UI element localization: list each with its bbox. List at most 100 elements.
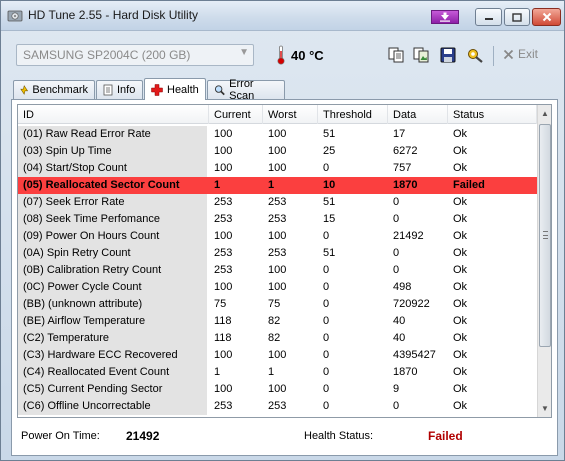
cell-current: 253 bbox=[214, 400, 233, 412]
tab-info[interactable]: Info bbox=[96, 80, 143, 99]
cell-threshold: 0 bbox=[323, 230, 330, 242]
cell-id: (03) Spin Up Time bbox=[18, 143, 207, 160]
minimize-icon bbox=[484, 18, 493, 20]
cell-id: (0C) Power Cycle Count bbox=[18, 279, 207, 296]
cell-worst: 253 bbox=[268, 196, 287, 208]
scroll-up-icon[interactable]: ▲ bbox=[541, 109, 549, 118]
grip-icon bbox=[543, 231, 548, 239]
save-icon[interactable] bbox=[439, 46, 457, 64]
cell-current: 100 bbox=[214, 349, 233, 361]
temperature-value: 40 °C bbox=[291, 48, 324, 63]
minimize-button[interactable] bbox=[475, 8, 502, 26]
cell-status: Ok bbox=[453, 162, 468, 174]
table-row[interactable]: (C3) Hardware ECC Recovered 100 100 0 439542… bbox=[18, 347, 537, 364]
tab-error-scan[interactable]: Error Scan bbox=[207, 78, 285, 102]
maximize-button[interactable] bbox=[504, 8, 530, 26]
cell-worst: 100 bbox=[268, 383, 287, 395]
table-row[interactable]: (04) Start/Stop Count 100 100 0 757 Ok bbox=[18, 160, 537, 177]
app-window: HD Tune 2.55 - Hard Disk Utility SAMSUNG… bbox=[0, 0, 565, 461]
power-on-time-value: 21492 bbox=[126, 429, 160, 443]
cell-current: 100 bbox=[214, 145, 233, 157]
table-row[interactable]: (09) Power On Hours Count 100 100 0 21492 Ok bbox=[18, 228, 537, 245]
cell-data: 6272 bbox=[393, 145, 418, 157]
cell-worst: 253 bbox=[268, 213, 287, 225]
cell-data: 1870 bbox=[393, 179, 418, 191]
cell-current: 100 bbox=[214, 281, 233, 293]
cell-status: Ok bbox=[453, 264, 468, 276]
column-header-current[interactable]: Current bbox=[209, 105, 263, 124]
close-icon bbox=[542, 12, 551, 22]
copy-text-icon[interactable] bbox=[387, 46, 405, 64]
cell-threshold: 51 bbox=[323, 196, 336, 208]
cell-status: Ok bbox=[453, 145, 468, 157]
table-row[interactable]: (BB) (unknown attribute) 75 75 0 720922 Ok bbox=[18, 296, 537, 313]
table-row[interactable]: (C4) Reallocated Event Count 1 1 0 1870 Ok bbox=[18, 364, 537, 381]
cell-id: (01) Raw Read Error Rate bbox=[18, 126, 207, 143]
tab-health[interactable]: Health bbox=[144, 78, 206, 100]
title-bar[interactable]: HD Tune 2.55 - Hard Disk Utility bbox=[1, 1, 564, 31]
close-button[interactable] bbox=[532, 8, 561, 26]
cell-data: 1870 bbox=[393, 366, 418, 378]
cell-status: Ok bbox=[453, 366, 468, 378]
table-row[interactable]: (C2) Temperature 118 82 0 40 Ok bbox=[18, 330, 537, 347]
cell-data: 40 bbox=[393, 332, 406, 344]
maximize-icon bbox=[512, 12, 522, 22]
tab-benchmark[interactable]: Benchmark bbox=[13, 80, 95, 99]
cell-current: 100 bbox=[214, 383, 233, 395]
smart-attributes-list[interactable]: ID Current Worst Threshold Data Status (… bbox=[17, 104, 552, 418]
cell-id: (04) Start/Stop Count bbox=[18, 160, 207, 177]
cell-id: (C6) Offline Uncorrectable bbox=[18, 398, 207, 415]
thermometer-icon bbox=[277, 45, 285, 65]
cell-id: (C5) Current Pending Sector bbox=[18, 381, 207, 398]
table-row[interactable]: (0B) Calibration Retry Count 253 100 0 0 Ok bbox=[18, 262, 537, 279]
download-icon[interactable] bbox=[431, 10, 459, 24]
column-header-worst[interactable]: Worst bbox=[263, 105, 318, 124]
cell-data: 9 bbox=[393, 383, 400, 395]
table-row[interactable]: (05) Reallocated Sector Count 1 1 10 1870 Fai… bbox=[18, 177, 537, 194]
column-header-id[interactable]: ID bbox=[18, 105, 209, 124]
table-row[interactable]: (08) Seek Time Perfomance 253 253 15 0 Ok bbox=[18, 211, 537, 228]
cell-current: 118 bbox=[214, 332, 232, 344]
cell-threshold: 0 bbox=[323, 264, 330, 276]
scroll-down-icon[interactable]: ▼ bbox=[541, 404, 549, 413]
vertical-scrollbar[interactable]: ▲ ▼ bbox=[537, 105, 551, 417]
cell-current: 253 bbox=[214, 196, 233, 208]
cell-id: (BB) (unknown attribute) bbox=[18, 296, 207, 313]
table-row[interactable]: (0C) Power Cycle Count 100 100 0 498 Ok bbox=[18, 279, 537, 296]
cell-status: Ok bbox=[453, 196, 468, 208]
cell-status: Ok bbox=[453, 213, 468, 225]
table-row[interactable]: (C5) Current Pending Sector 100 100 0 9 Ok bbox=[18, 381, 537, 398]
cell-status: Failed bbox=[453, 179, 485, 191]
copy-screenshot-icon[interactable] bbox=[412, 46, 430, 64]
drive-select[interactable]: SAMSUNG SP2004C (200 GB) ▼ bbox=[16, 44, 254, 66]
table-row[interactable]: (C6) Offline Uncorrectable 253 253 0 0 Ok bbox=[18, 398, 537, 415]
scrollbar-thumb[interactable] bbox=[539, 124, 551, 347]
table-header: ID Current Worst Threshold Data Status bbox=[18, 105, 537, 124]
cell-threshold: 0 bbox=[323, 315, 330, 327]
column-header-data[interactable]: Data bbox=[388, 105, 448, 124]
cell-threshold: 51 bbox=[323, 128, 336, 140]
cell-data: 0 bbox=[393, 264, 400, 276]
cell-threshold: 0 bbox=[323, 332, 330, 344]
table-row[interactable]: (01) Raw Read Error Rate 100 100 51 17 Ok bbox=[18, 126, 537, 143]
cell-worst: 100 bbox=[268, 128, 287, 140]
cell-status: Ok bbox=[453, 400, 468, 412]
options-icon[interactable] bbox=[466, 46, 484, 64]
table-row[interactable]: (BE) Airflow Temperature 118 82 0 40 Ok bbox=[18, 313, 537, 330]
cell-worst: 82 bbox=[268, 332, 281, 344]
cell-current: 100 bbox=[214, 162, 233, 174]
window-title: HD Tune 2.55 - Hard Disk Utility bbox=[28, 8, 199, 22]
cell-threshold: 25 bbox=[323, 145, 336, 157]
column-header-threshold[interactable]: Threshold bbox=[318, 105, 388, 124]
cell-status: Ok bbox=[453, 315, 468, 327]
cell-status: Ok bbox=[453, 128, 468, 140]
table-row[interactable]: (03) Spin Up Time 100 100 25 6272 Ok bbox=[18, 143, 537, 160]
column-header-status[interactable]: Status bbox=[448, 105, 537, 124]
health-status-value: Failed bbox=[428, 429, 463, 443]
health-status-label: Health Status: bbox=[304, 430, 374, 442]
exit-button[interactable]: Exit bbox=[503, 47, 538, 61]
power-on-time-label: Power On Time: bbox=[21, 430, 100, 442]
table-row[interactable]: (07) Seek Error Rate 253 253 51 0 Ok bbox=[18, 194, 537, 211]
cell-current: 118 bbox=[214, 315, 232, 327]
table-row[interactable]: (0A) Spin Retry Count 253 253 51 0 Ok bbox=[18, 245, 537, 262]
